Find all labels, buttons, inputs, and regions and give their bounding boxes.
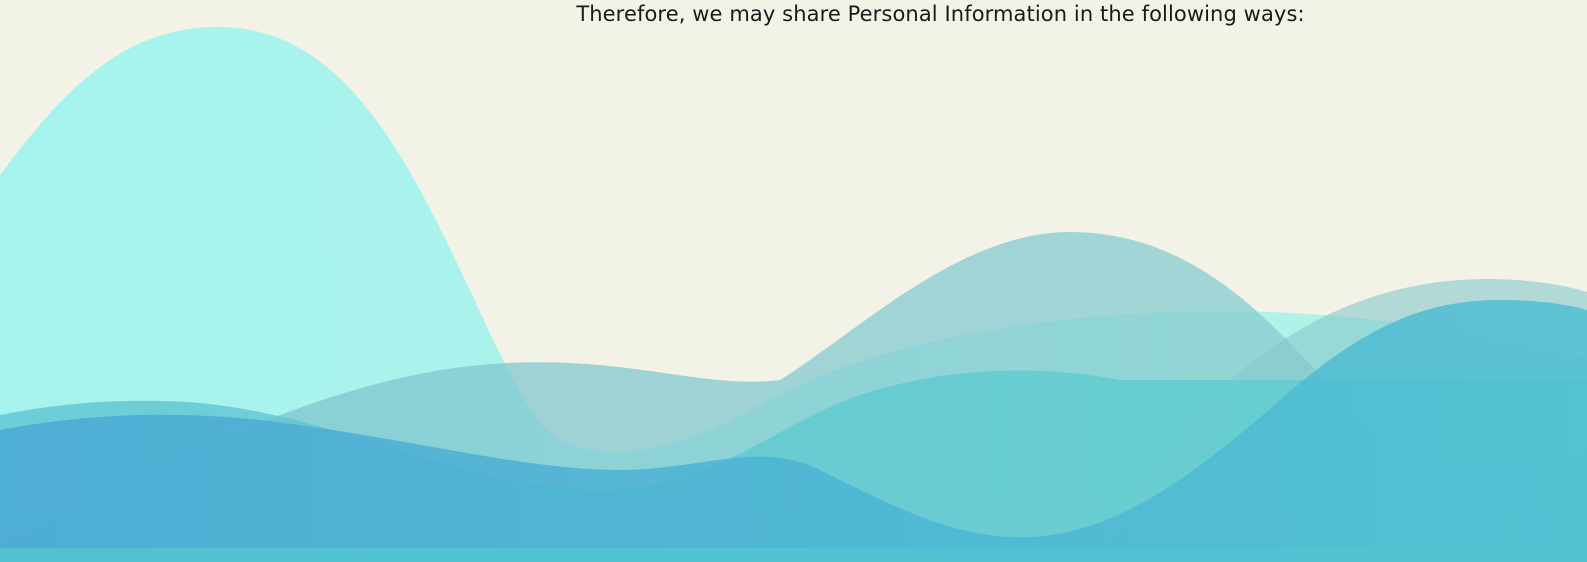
page-background: Therefore, we may share Personal Informa…	[0, 0, 1587, 562]
intro-paragraph: Therefore, we may share Personal Informa…	[576, 2, 1305, 26]
decorative-waves	[0, 26, 1587, 562]
bottom-strip	[0, 548, 1587, 562]
